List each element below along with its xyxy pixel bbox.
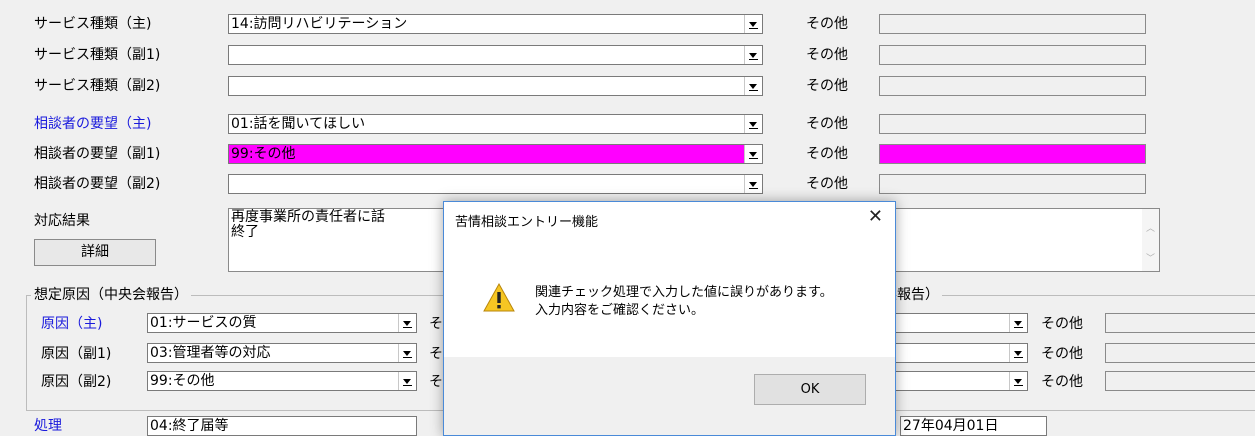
chevron-down-icon[interactable] [398,372,416,390]
service-main-select[interactable]: 14:訪問リハビリテーション [228,14,763,34]
service-sub2-select[interactable] [228,76,763,96]
processing-date-field[interactable]: 27年04月01日 [900,416,1047,436]
scroll-down-icon[interactable]: ﹀ [1146,251,1155,264]
cause-main-other-fragment: そ [429,316,443,332]
request-main-label: 相談者の要望（主) [34,116,152,132]
service-sub1-other-label: その他 [806,47,848,63]
dialog-message-line1: 関連チェック処理で入力した値に誤りがあります。 [535,285,833,300]
cause-main-select[interactable]: 01:サービスの質 [147,313,417,333]
service-sub2-other-field[interactable] [879,76,1146,96]
request-sub1-value: 99:その他 [231,146,296,162]
request-main-other-label: その他 [806,116,848,132]
processing-label: 処理 [34,418,62,434]
cause-central-group-title: 想定原因（中央会報告） [31,285,191,305]
request-sub2-label: 相談者の要望（副2) [34,176,161,192]
service-main-other-field[interactable] [879,14,1146,34]
error-dialog: 苦情相談エントリー機能 ✕ 関連チェック処理で入力した値に誤りがあります。 入力… [443,201,896,436]
request-main-other-field[interactable] [879,114,1146,134]
cause-sub1-other-fragment: そ [429,346,443,362]
chevron-down-icon[interactable] [744,115,762,133]
dialog-footer: OK [444,357,895,435]
warning-icon [483,282,515,312]
cause-sub2-select[interactable]: 99:その他 [147,371,417,391]
cause-sub2-other-fragment: そ [429,374,443,390]
result-text-line2: 終了 [231,224,259,240]
ok-button[interactable]: OK [754,374,866,405]
cause-pref-sub1-other-label: その他 [1041,346,1083,362]
cause-sub1-label: 原因（副1) [41,346,112,362]
chevron-down-icon[interactable] [744,145,762,163]
close-icon[interactable]: ✕ [868,206,883,228]
service-sub1-select[interactable] [228,45,763,65]
request-sub1-other-label: その他 [806,146,848,162]
dialog-title: 苦情相談エントリー機能 [455,215,599,230]
chevron-down-icon[interactable] [1009,314,1027,332]
detail-button[interactable]: 詳細 [34,239,156,266]
cause-sub1-select[interactable]: 03:管理者等の対応 [147,343,417,363]
chevron-down-icon[interactable] [744,46,762,64]
cause-sub2-label: 原因（副2) [41,374,112,390]
cause-pref-main-select[interactable] [880,313,1028,333]
cause-pref-sub1-select[interactable] [880,343,1028,363]
request-main-select[interactable]: 01:話を聞いてほしい [228,114,763,134]
chevron-down-icon[interactable] [744,15,762,33]
chevron-down-icon[interactable] [1009,372,1027,390]
chevron-down-icon[interactable] [398,314,416,332]
processing-select[interactable]: 04:終了届等 [147,416,417,436]
request-sub1-label: 相談者の要望（副1) [34,146,161,162]
cause-pref-sub2-select[interactable] [880,371,1028,391]
result-label: 対応結果 [34,213,90,229]
cause-pref-main-other-label: その他 [1041,316,1083,332]
service-sub1-label: サービス種類（副1) [34,47,161,63]
processing-date-value: 27年04月01日 [903,418,999,434]
service-sub1-other-field[interactable] [879,45,1146,65]
cause-sub2-value: 99:その他 [150,373,215,389]
result-text-line1: 再度事業所の責任者に話 [231,209,385,225]
cause-main-label: 原因（主) [41,316,103,332]
cause-sub1-value: 03:管理者等の対応 [150,345,271,361]
dialog-message-line2: 入力内容をご確認ください。 [535,303,705,318]
service-main-value: 14:訪問リハビリテーション [231,16,408,32]
scroll-up-icon[interactable]: ︿ [1146,221,1155,234]
cause-pref-sub1-other-field[interactable] [1105,343,1255,363]
request-sub2-other-field[interactable] [879,174,1146,194]
cause-main-value: 01:サービスの質 [150,315,257,331]
request-sub2-select[interactable] [228,174,763,194]
chevron-down-icon[interactable] [744,175,762,193]
request-sub1-select[interactable]: 99:その他 [228,144,763,164]
request-sub1-other-field[interactable] [879,144,1146,164]
request-sub2-other-label: その他 [806,176,848,192]
chevron-down-icon[interactable] [1009,344,1027,362]
service-main-label: サービス種類（主) [34,16,152,32]
cause-pref-sub2-other-label: その他 [1041,374,1083,390]
chevron-down-icon[interactable] [398,344,416,362]
request-main-value: 01:話を聞いてほしい [231,116,366,132]
cause-pref-main-other-field[interactable] [1105,313,1255,333]
service-main-other-label: その他 [806,16,848,32]
chevron-down-icon[interactable] [744,77,762,95]
service-sub2-other-label: その他 [806,78,848,94]
processing-value: 04:終了届等 [150,418,229,434]
result-scrollbar[interactable]: ︿ ﹀ [1142,209,1159,271]
cause-pref-sub2-other-field[interactable] [1105,371,1255,391]
service-sub2-label: サービス種類（副2) [34,78,161,94]
